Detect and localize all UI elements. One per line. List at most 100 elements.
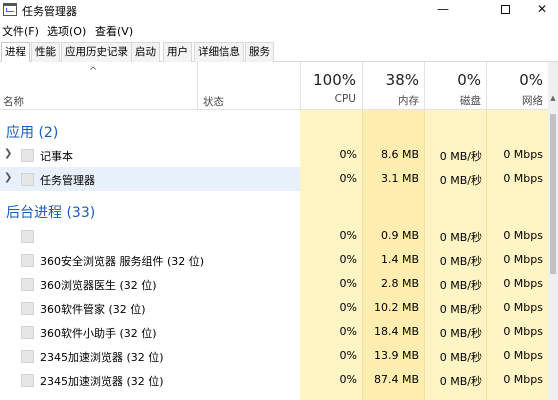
- process-row[interactable]: 2345加速浏览器 (32 位) 0% 87.4 MB 0 MB/秒 0 Mbp…: [0, 368, 548, 392]
- process-name: 360浏览器医生 (32 位): [40, 279, 157, 292]
- process-name-cell[interactable]: 360软件小助手 (32 位): [0, 320, 300, 344]
- process-name-cell[interactable]: 2345加速浏览器 (32 位): [0, 344, 300, 368]
- expand-icon[interactable]: ❯: [4, 172, 12, 183]
- expand-icon[interactable]: ❯: [4, 148, 12, 159]
- notepad-icon: [21, 149, 34, 162]
- column-disk[interactable]: 磁盘: [424, 93, 481, 108]
- scroll-up-icon[interactable]: ▲: [548, 92, 558, 104]
- process-row[interactable]: ❯ 记事本 0% 8.6 MB 0 MB/秒 0 Mbps: [0, 143, 548, 167]
- tab-startup[interactable]: 启动: [131, 42, 160, 62]
- network-total[interactable]: 0%: [486, 71, 543, 89]
- process-network: 0 Mbps: [503, 253, 543, 266]
- group-background-processes[interactable]: 后台进程 (33): [0, 192, 548, 224]
- process-name: 2345加速浏览器 (32 位): [40, 375, 164, 388]
- process-disk: 0 MB/秒: [439, 174, 482, 187]
- process-cpu: 0%: [339, 301, 357, 314]
- process-network: 0 Mbps: [503, 301, 543, 314]
- process-memory: 8.6 MB: [380, 148, 419, 161]
- process-row[interactable]: 360浏览器医生 (32 位) 0% 2.8 MB 0 MB/秒 0 Mbps: [0, 272, 548, 296]
- process-cpu: 0%: [339, 253, 357, 266]
- process-memory: 10.2 MB: [373, 301, 419, 314]
- task-manager-process-icon: [21, 173, 34, 186]
- process-row[interactable]: ❯ 任务管理器 0% 3.1 MB 0 MB/秒 0 Mbps: [0, 167, 548, 191]
- sort-ascending-icon: ^: [89, 66, 98, 77]
- process-name: 记事本: [40, 150, 73, 163]
- minimize-button[interactable]: —: [420, 0, 466, 20]
- tab-performance[interactable]: 性能: [31, 42, 60, 62]
- process-name-cell[interactable]: 360软件管家 (32 位): [0, 296, 300, 320]
- process-disk: 0 MB/秒: [439, 351, 482, 364]
- maximize-button[interactable]: [482, 0, 528, 20]
- process-row[interactable]: 360软件管家 (32 位) 0% 10.2 MB 0 MB/秒 0 Mbps: [0, 296, 548, 320]
- group-apps[interactable]: 应用 (2): [0, 112, 548, 144]
- process-network: 0 Mbps: [503, 277, 543, 290]
- menu-view[interactable]: 查看(V): [95, 23, 133, 39]
- process-disk: 0 MB/秒: [439, 255, 482, 268]
- process-memory: 2.8 MB: [380, 277, 419, 290]
- process-name-cell[interactable]: 360浏览器医生 (32 位): [0, 272, 300, 296]
- process-cpu: 0%: [339, 148, 357, 161]
- column-status[interactable]: 状态: [203, 94, 224, 109]
- process-network: 0 Mbps: [503, 349, 543, 362]
- process-memory: 0.9 MB: [380, 229, 419, 242]
- process-network: 0 Mbps: [503, 148, 543, 161]
- process-cpu: 0%: [339, 325, 357, 338]
- process-disk: 0 MB/秒: [439, 375, 482, 388]
- process-memory: 3.1 MB: [380, 172, 419, 185]
- process-icon: [21, 230, 34, 243]
- process-cpu: 0%: [339, 373, 357, 386]
- vertical-scrollbar[interactable]: ▲: [548, 62, 558, 400]
- process-name: 360软件小助手 (32 位): [40, 327, 157, 340]
- process-disk: 0 MB/秒: [439, 231, 482, 244]
- process-icon: [21, 278, 34, 291]
- process-name-cell[interactable]: 2345加速浏览器 (32 位): [0, 368, 300, 392]
- process-row[interactable]: 360安全浏览器 服务组件 (32 位) 0% 1.4 MB 0 MB/秒 0 …: [0, 248, 548, 272]
- process-name-cell[interactable]: 360安全浏览器 服务组件 (32 位): [0, 248, 300, 272]
- process-name: 360安全浏览器 服务组件 (32 位): [40, 255, 205, 268]
- task-manager-icon: [3, 3, 17, 16]
- column-cpu[interactable]: CPU: [300, 93, 356, 105]
- group-background-title: 后台进程 (33): [6, 205, 96, 221]
- process-cpu: 0%: [339, 277, 357, 290]
- window-title: 任务管理器: [22, 5, 77, 18]
- column-header: ^ 名称 状态 100% CPU 38% 内存 0% 磁盘 0% 网络: [0, 62, 548, 110]
- column-divider[interactable]: [197, 62, 198, 110]
- process-name: 任务管理器: [40, 174, 95, 187]
- process-disk: 0 MB/秒: [439, 150, 482, 163]
- process-icon: [21, 374, 34, 387]
- menu-options[interactable]: 选项(O): [47, 23, 86, 39]
- column-network[interactable]: 网络: [486, 93, 543, 108]
- process-disk: 0 MB/秒: [439, 279, 482, 292]
- group-apps-title: 应用 (2): [6, 125, 59, 141]
- tab-processes[interactable]: 进程: [1, 42, 30, 63]
- tab-users[interactable]: 用户: [163, 42, 192, 62]
- process-icon: [21, 254, 34, 267]
- process-name-cell[interactable]: ❯ 任务管理器: [0, 167, 300, 191]
- memory-total[interactable]: 38%: [362, 71, 419, 89]
- tab-services[interactable]: 服务: [245, 42, 274, 62]
- process-network: 0 Mbps: [503, 373, 543, 386]
- column-memory[interactable]: 内存: [362, 93, 419, 108]
- process-memory: 87.4 MB: [373, 373, 419, 386]
- cpu-total[interactable]: 100%: [300, 71, 356, 89]
- title-bar: 任务管理器 — ✕: [0, 0, 558, 20]
- process-memory: 1.4 MB: [380, 253, 419, 266]
- process-name: 360软件管家 (32 位): [40, 303, 146, 316]
- process-row[interactable]: 2345加速浏览器 (32 位) 0% 13.9 MB 0 MB/秒 0 Mbp…: [0, 344, 548, 368]
- process-name-cell[interactable]: ❯ 记事本: [0, 143, 300, 167]
- process-cpu: 0%: [339, 349, 357, 362]
- process-disk: 0 MB/秒: [439, 303, 482, 316]
- process-row[interactable]: 360软件小助手 (32 位) 0% 18.4 MB 0 MB/秒 0 Mbps: [0, 320, 548, 344]
- process-row[interactable]: 0% 0.9 MB 0 MB/秒 0 Mbps: [0, 224, 548, 248]
- close-button[interactable]: ✕: [526, 0, 558, 20]
- disk-total[interactable]: 0%: [424, 71, 481, 89]
- process-name-cell[interactable]: [0, 224, 300, 248]
- menu-file[interactable]: 文件(F): [2, 23, 39, 39]
- process-memory: 13.9 MB: [373, 349, 419, 362]
- tab-app-history[interactable]: 应用历史记录: [61, 42, 132, 62]
- menu-bar: 文件(F) 选项(O) 查看(V): [0, 20, 558, 40]
- tab-details[interactable]: 详细信息: [194, 42, 244, 62]
- tab-bar: 进程 性能 应用历史记录 启动 用户 详细信息 服务: [0, 41, 558, 63]
- column-name[interactable]: 名称: [3, 94, 24, 109]
- scrollbar-thumb[interactable]: [550, 114, 556, 274]
